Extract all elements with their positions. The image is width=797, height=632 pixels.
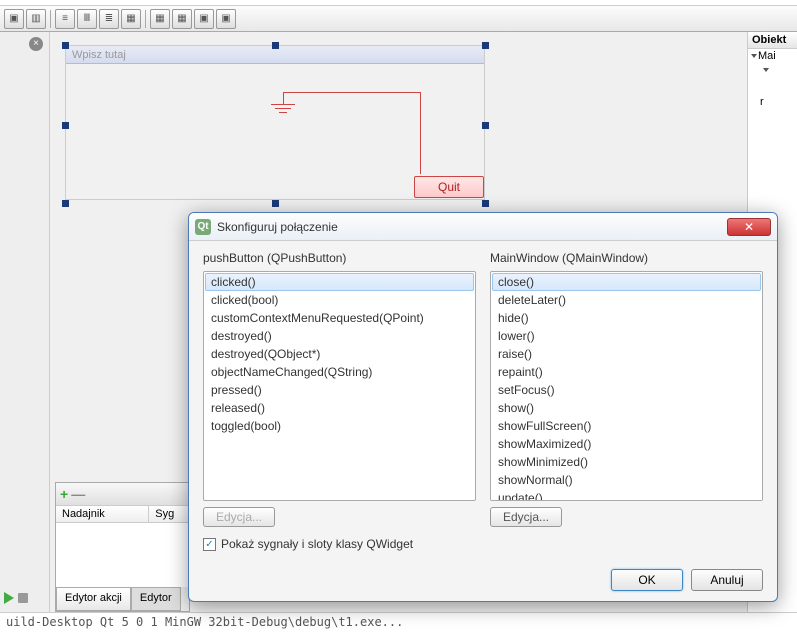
signal-item[interactable]: clicked() bbox=[205, 273, 474, 291]
dialog-body: pushButton (QPushButton) clicked()clicke… bbox=[189, 241, 777, 561]
toolbar-icon[interactable]: ≣ bbox=[99, 9, 119, 29]
close-panel-icon[interactable]: × bbox=[29, 37, 43, 51]
tree-item[interactable]: Mai bbox=[748, 49, 797, 63]
form-widget[interactable]: Wpisz tutaj Quit bbox=[65, 45, 485, 200]
edit-slots-button[interactable]: Edycja... bbox=[490, 507, 562, 527]
slot-item[interactable]: deleteLater() bbox=[492, 291, 761, 309]
col-sender[interactable]: Nadajnik bbox=[56, 506, 149, 522]
signal-line bbox=[420, 92, 421, 174]
expand-icon[interactable] bbox=[751, 54, 757, 58]
dialog-title: Skonfiguruj połączenie bbox=[217, 220, 727, 234]
signal-item[interactable]: released() bbox=[205, 399, 474, 417]
slot-item[interactable]: showFullScreen() bbox=[492, 417, 761, 435]
signal-item[interactable]: clicked(bool) bbox=[205, 291, 474, 309]
slots-listbox[interactable]: close()deleteLater()hide()lower()raise()… bbox=[490, 271, 763, 501]
toolbar-icon[interactable]: ▣ bbox=[216, 9, 236, 29]
tree-item[interactable] bbox=[748, 63, 797, 77]
toolbar-icon[interactable]: ▣ bbox=[4, 9, 24, 29]
play-icon[interactable] bbox=[4, 592, 14, 604]
slot-item[interactable]: setFocus() bbox=[492, 381, 761, 399]
toolbar-icon[interactable]: Ⅲ bbox=[77, 9, 97, 29]
remove-icon[interactable]: — bbox=[71, 486, 85, 502]
form-canvas[interactable]: Wpisz tutaj Quit bbox=[55, 40, 495, 215]
slot-item[interactable]: showMaximized() bbox=[492, 435, 761, 453]
slot-item[interactable]: showNormal() bbox=[492, 471, 761, 489]
signals-listbox[interactable]: clicked()clicked(bool)customContextMenuR… bbox=[203, 271, 476, 501]
toolbar-icon[interactable]: ▥ bbox=[26, 9, 46, 29]
panel-header: Obiekt bbox=[748, 32, 797, 49]
separator bbox=[50, 10, 51, 28]
checkbox-label: Pokaż sygnały i sloty klasy QWidget bbox=[221, 537, 413, 551]
signal-item[interactable]: objectNameChanged(QString) bbox=[205, 363, 474, 381]
expand-icon[interactable] bbox=[763, 68, 769, 72]
signals-label: pushButton (QPushButton) bbox=[203, 251, 476, 265]
tab-editor[interactable]: Edytor bbox=[131, 587, 181, 611]
resize-handle[interactable] bbox=[272, 200, 279, 207]
slot-item[interactable]: show() bbox=[492, 399, 761, 417]
toolbar-icon[interactable]: ▦ bbox=[172, 9, 192, 29]
tab-action-editor[interactable]: Edytor akcji bbox=[56, 587, 131, 611]
resize-handle[interactable] bbox=[62, 122, 69, 129]
toolbar-icon[interactable]: ≡ bbox=[55, 9, 75, 29]
add-icon[interactable]: + bbox=[60, 486, 68, 502]
signal-item[interactable]: destroyed() bbox=[205, 327, 474, 345]
run-controls bbox=[0, 584, 55, 612]
titlebar[interactable]: Qt Skonfiguruj połączenie ✕ bbox=[189, 213, 777, 241]
resize-handle[interactable] bbox=[62, 200, 69, 207]
app-icon: Qt bbox=[195, 219, 211, 235]
slot-item[interactable]: close() bbox=[492, 273, 761, 291]
slots-label: MainWindow (QMainWindow) bbox=[490, 251, 763, 265]
slot-item[interactable]: repaint() bbox=[492, 363, 761, 381]
cancel-button[interactable]: Anuluj bbox=[691, 569, 763, 591]
quit-button[interactable]: Quit bbox=[414, 176, 484, 198]
show-inherited-row[interactable]: ✓ Pokaż sygnały i sloty klasy QWidget bbox=[203, 537, 763, 551]
resize-handle[interactable] bbox=[62, 42, 69, 49]
resize-handle[interactable] bbox=[482, 200, 489, 207]
signals-column: pushButton (QPushButton) clicked()clicke… bbox=[203, 251, 476, 527]
slot-item[interactable]: update() bbox=[492, 489, 761, 501]
dialog-buttons: OK Anuluj bbox=[611, 569, 763, 591]
toolbar-icon[interactable]: ▦ bbox=[121, 9, 141, 29]
signal-slot-editor: + — Nadajnik Syg Edytor akcji Edytor bbox=[55, 482, 190, 612]
toolbar-icon[interactable]: ▣ bbox=[194, 9, 214, 29]
slot-item[interactable]: showMinimized() bbox=[492, 453, 761, 471]
ok-button[interactable]: OK bbox=[611, 569, 683, 591]
main-toolbar: ▣ ▥ ≡ Ⅲ ≣ ▦ ▦ ▦ ▣ ▣ bbox=[0, 6, 797, 32]
edit-signals-button[interactable]: Edycja... bbox=[203, 507, 275, 527]
separator bbox=[145, 10, 146, 28]
resize-handle[interactable] bbox=[482, 122, 489, 129]
configure-connection-dialog: Qt Skonfiguruj połączenie ✕ pushButton (… bbox=[188, 212, 778, 602]
col-signal[interactable]: Syg bbox=[149, 506, 189, 522]
tree-item[interactable]: r bbox=[748, 95, 797, 109]
slot-item[interactable]: lower() bbox=[492, 327, 761, 345]
status-bar: uild-Desktop Qt 5 0 1 MinGW 32bit-Debug\… bbox=[0, 612, 797, 632]
signal-item[interactable]: destroyed(QObject*) bbox=[205, 345, 474, 363]
close-button[interactable]: ✕ bbox=[727, 218, 771, 236]
editor-toolbar: + — bbox=[56, 483, 189, 505]
signal-item[interactable]: pressed() bbox=[205, 381, 474, 399]
resize-handle[interactable] bbox=[482, 42, 489, 49]
slot-item[interactable]: hide() bbox=[492, 309, 761, 327]
signal-item[interactable]: customContextMenuRequested(QPoint) bbox=[205, 309, 474, 327]
checkbox[interactable]: ✓ bbox=[203, 538, 216, 551]
editor-tabs: Edytor akcji Edytor bbox=[56, 587, 189, 611]
table-header: Nadajnik Syg bbox=[56, 505, 189, 523]
slots-column: MainWindow (QMainWindow) close()deleteLa… bbox=[490, 251, 763, 527]
signal-line bbox=[283, 92, 421, 93]
stop-icon[interactable] bbox=[18, 593, 28, 603]
signal-item[interactable]: toggled(bool) bbox=[205, 417, 474, 435]
toolbar-icon[interactable]: ▦ bbox=[150, 9, 170, 29]
left-sidebar: × bbox=[0, 32, 50, 612]
slot-item[interactable]: raise() bbox=[492, 345, 761, 363]
resize-handle[interactable] bbox=[272, 42, 279, 49]
